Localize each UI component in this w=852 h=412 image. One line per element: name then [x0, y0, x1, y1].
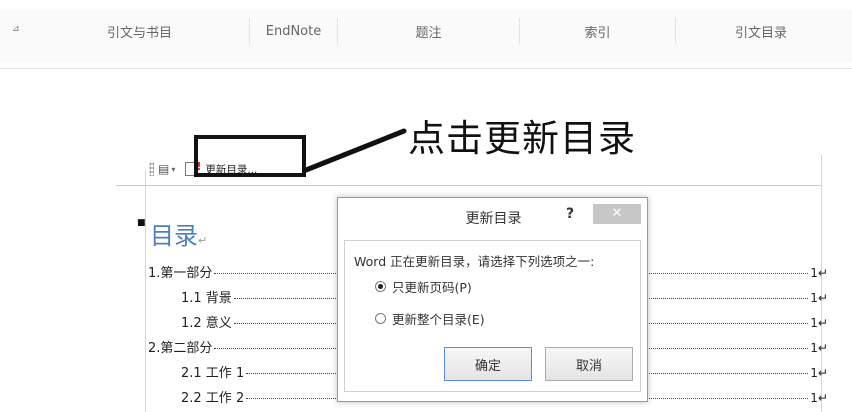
toc-entry-page: 1↵ [810, 341, 828, 355]
option-update-entire-table[interactable]: 更新整个目录(E) [375, 309, 485, 328]
ok-button[interactable]: 确定 [444, 347, 532, 381]
page-top-border [116, 185, 822, 186]
dialog-body: Word 正在更新目录，请选择下列选项之一: 只更新页码(P) 更新整个目录(E… [344, 240, 641, 392]
toc-heading-text: 目录 [150, 222, 198, 250]
toc-entry-label: 2.第二部分 [148, 341, 213, 356]
cancel-button[interactable]: 取消 [545, 347, 633, 381]
toc-entry-label: 2.2 工作 2 [181, 391, 245, 406]
option-update-page-numbers[interactable]: 只更新页码(P) [375, 277, 472, 296]
toc-heading: 目录↵ [150, 216, 207, 251]
option-label: 只更新页码(P) [392, 280, 472, 295]
page-left-border [145, 170, 146, 412]
toc-entry-page: 1↵ [810, 316, 828, 330]
radio-update-page-numbers[interactable] [375, 281, 386, 292]
close-icon: ✕ [611, 206, 623, 221]
toc-entry-label: 1.1 背景 [181, 291, 232, 306]
update-toc-dialog: 更新目录 ? ✕ Word 正在更新目录，请选择下列选项之一: 只更新页码(P)… [337, 197, 648, 402]
chevron-down-icon[interactable]: ▾ [171, 165, 175, 174]
toc-entry-label: 1.2 意义 [181, 316, 232, 331]
toc-entry-label: 1.第一部分 [148, 266, 213, 281]
close-button[interactable]: ✕ [593, 204, 641, 224]
option-label: 更新整个目录(E) [392, 312, 485, 327]
dialog-message: Word 正在更新目录，请选择下列选项之一: [354, 254, 595, 269]
paragraph-mark: ↵ [198, 234, 208, 247]
toc-entry-label: 2.1 工作 1 [181, 366, 245, 381]
paragraph-bullet: ■ [137, 218, 146, 228]
help-button[interactable]: ? [566, 206, 574, 222]
toc-entry-page: 1↵ [810, 291, 828, 305]
toc-entry-page: 1↵ [810, 266, 828, 280]
radio-update-entire-table[interactable] [375, 313, 386, 324]
toc-entry-page: 1↵ [810, 391, 828, 405]
toc-entry-page: 1↵ [810, 366, 828, 380]
drag-handle-icon[interactable] [149, 162, 154, 176]
callout-annotation: 点击更新目录 [408, 117, 636, 160]
callout-highlight-box [194, 135, 306, 177]
toc-icon[interactable]: ▤ [158, 162, 169, 176]
